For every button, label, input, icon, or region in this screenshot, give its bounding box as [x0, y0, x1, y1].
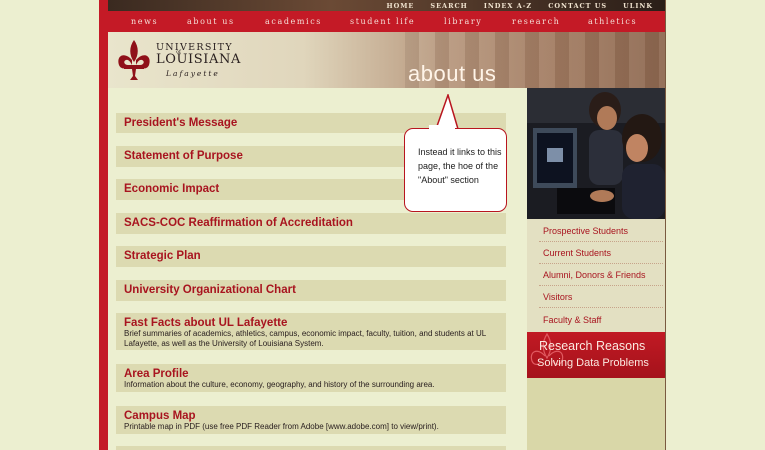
nav-athletics[interactable]: athletics: [588, 17, 637, 26]
menu-item-title[interactable]: University Organizational Chart: [124, 284, 296, 296]
menu-item-title[interactable]: Economic Impact: [124, 183, 219, 195]
util-ulink-link[interactable]: ULINK: [623, 2, 653, 10]
menu-item-fast-facts[interactable]: Fast Facts about UL Lafayette Brief summ…: [116, 313, 506, 350]
logo-louisiana-text: LOUISIANA: [156, 52, 241, 67]
sidebar-item-current-students[interactable]: Current Students: [543, 248, 611, 258]
menu-item-title[interactable]: Statement of Purpose: [124, 150, 243, 162]
nav-research[interactable]: research: [512, 17, 560, 26]
callout-bubble: Instead it links to this page, the hoe o…: [404, 128, 507, 212]
menu-item-title[interactable]: Campus Map: [124, 410, 196, 422]
logo-lafayette-text: Lafayette: [166, 69, 220, 78]
sidebar-background: [527, 378, 665, 450]
util-contact-link[interactable]: CONTACT US: [548, 2, 607, 10]
menu-item-area-profile[interactable]: Area Profile Information about the cultu…: [116, 364, 506, 392]
divider: [539, 263, 663, 264]
menu-item-strategic-plan[interactable]: Strategic Plan: [116, 246, 506, 267]
menu-item-title[interactable]: SACS-COC Reaffirmation of Accreditation: [124, 217, 353, 229]
sidebar-item-faculty-staff[interactable]: Faculty & Staff: [543, 315, 601, 325]
callout-text: Instead it links to this page, the hoe o…: [418, 147, 502, 185]
nav-library[interactable]: library: [444, 17, 482, 26]
nav-academics[interactable]: academics: [265, 17, 322, 26]
menu-item-description: Information about the culture, economy, …: [124, 380, 435, 389]
right-frame-line: [665, 0, 666, 450]
nav-about-us[interactable]: about us: [187, 17, 235, 26]
sidebar-item-alumni[interactable]: Alumni, Donors & Friends: [543, 270, 646, 280]
menu-item-campus-map[interactable]: Campus Map Printable map in PDF (use fre…: [116, 406, 506, 434]
callout-pointer-join: [429, 125, 455, 131]
menu-item-description: Printable map in PDF (use free PDF Reade…: [124, 422, 439, 431]
util-home-link[interactable]: HOME: [386, 2, 414, 10]
menu-item-next[interactable]: [116, 446, 506, 450]
students-at-computer-image: [527, 88, 665, 219]
page-title: about us: [408, 61, 497, 86]
menu-item-sacs-coc[interactable]: SACS-COC Reaffirmation of Accreditation: [116, 213, 506, 234]
sidebar-item-prospective-students[interactable]: Prospective Students: [543, 226, 628, 236]
fleur-de-lis-icon[interactable]: [114, 38, 154, 82]
research-reasons-banner[interactable]: Research Reasons Solving Data Problems: [527, 332, 665, 378]
util-search-link[interactable]: SEARCH: [430, 2, 467, 10]
menu-item-title[interactable]: President's Message: [124, 117, 237, 129]
menu-item-title[interactable]: Fast Facts about UL Lafayette: [124, 317, 287, 329]
util-index-link[interactable]: INDEX A-Z: [484, 2, 532, 10]
divider: [539, 285, 663, 286]
banner-title: Research Reasons: [539, 339, 646, 353]
sidebar-item-visitors[interactable]: Visitors: [543, 292, 572, 302]
left-accent-bar: [99, 0, 108, 450]
utility-bar: HOME SEARCH INDEX A-Z CONTACT US ULINK: [108, 0, 665, 11]
divider: [539, 241, 663, 242]
menu-item-description: Brief summaries of academics, athletics,…: [124, 329, 486, 348]
menu-item-title[interactable]: Area Profile: [124, 368, 189, 380]
students-photo: [527, 88, 665, 219]
nav-student-life[interactable]: student life: [350, 17, 415, 26]
banner-subtitle: Solving Data Problems: [537, 357, 649, 369]
menu-item-title[interactable]: Strategic Plan: [124, 250, 201, 262]
nav-news[interactable]: news: [131, 17, 158, 26]
divider: [539, 307, 663, 308]
audience-links: Prospective Students Current Students Al…: [527, 219, 665, 332]
menu-item-org-chart[interactable]: University Organizational Chart: [116, 280, 506, 301]
utility-links: HOME SEARCH INDEX A-Z CONTACT US ULINK: [386, 0, 653, 11]
page-header: UNIVERSITY of LOUISIANA Lafayette about …: [108, 32, 665, 88]
main-nav: news about us academics student life lib…: [108, 11, 665, 32]
